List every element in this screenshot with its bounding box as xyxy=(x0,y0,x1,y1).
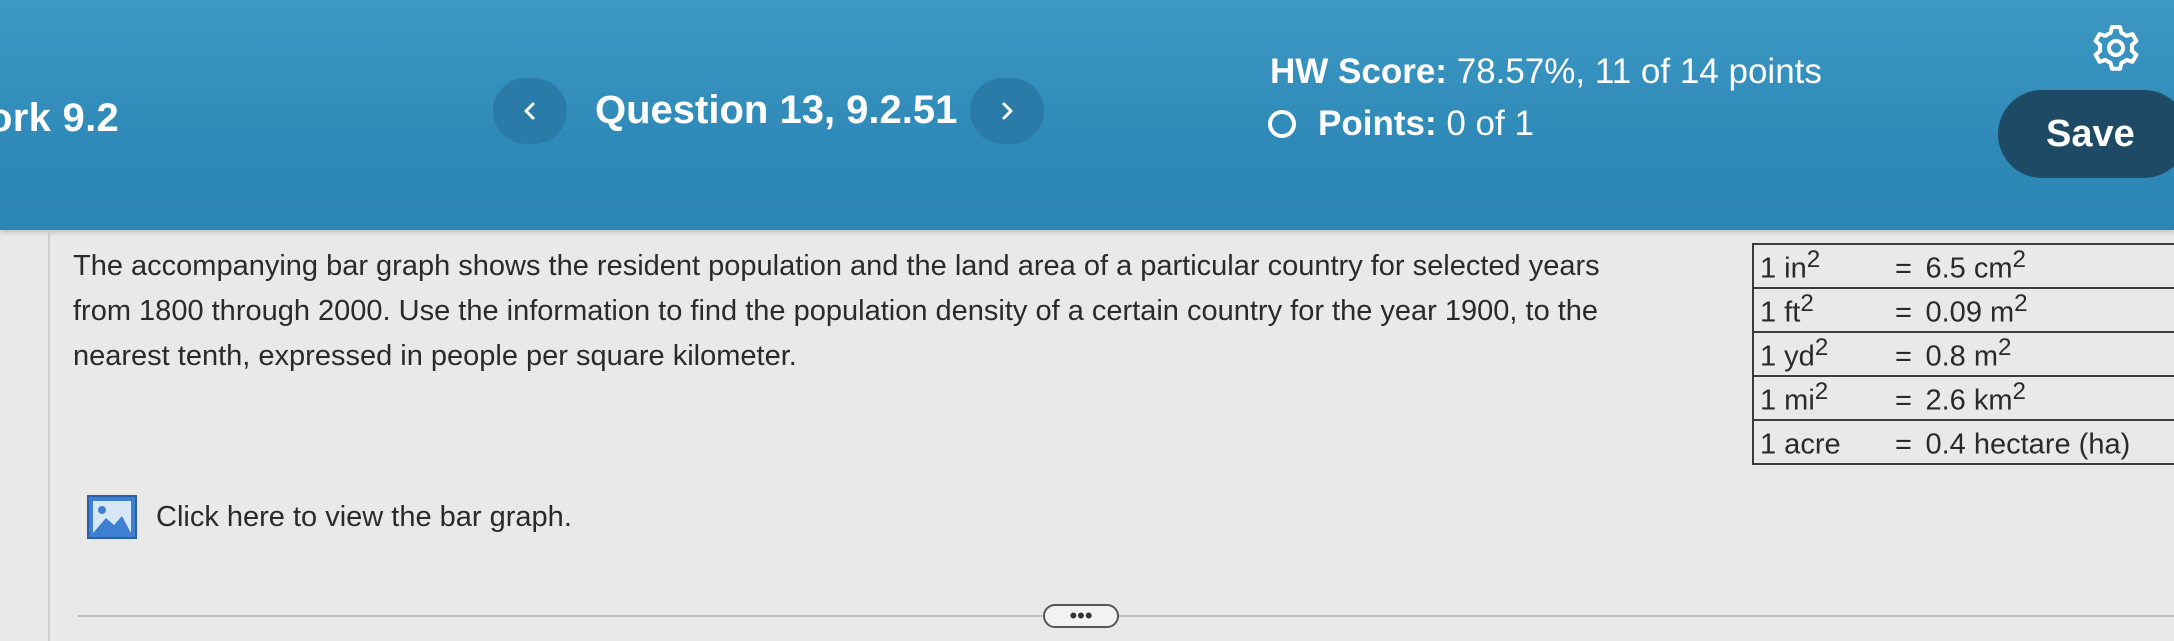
conversion-row: 1 mi2 = 2.6 km2 xyxy=(1752,375,2174,421)
conversion-from-exponent: 2 xyxy=(1814,334,1829,362)
conversion-to-base: 0.4 hectare (ha) xyxy=(1925,428,2131,461)
hw-score: HW Score: 78.57%, 11 of 14 points xyxy=(1270,52,1822,92)
conversion-to-base: 2.6 km xyxy=(1925,384,2013,417)
conversion-row: 1 acre = 0.4 hectare (ha) xyxy=(1752,419,2174,465)
conversion-from-exponent: 2 xyxy=(1814,378,1829,406)
conversion-to: = 2.6 km2 xyxy=(1881,375,2174,421)
conversion-from: 1 ft2 xyxy=(1752,287,1882,333)
conversion-row: 1 ft2 = 0.09 m2 xyxy=(1752,287,2174,333)
view-bar-graph-label: Click here to view the bar graph. xyxy=(156,500,572,533)
conversion-row: 1 in2 = 6.5 cm2 xyxy=(1752,243,2174,289)
points-label: Points: xyxy=(1318,104,1437,143)
conversion-to-exponent: 2 xyxy=(1998,334,2012,362)
equals-sign: = xyxy=(1895,296,1912,329)
conversion-from-base: 1 acre xyxy=(1760,428,1841,461)
assignment-header: ork 9.2 Question 13, 9.2.51 HW Score: 78… xyxy=(0,0,2174,230)
more-options-button[interactable]: ••• xyxy=(1043,604,1119,628)
conversion-from: 1 in2 xyxy=(1752,243,1882,289)
conversion-to-base: 6.5 cm xyxy=(1925,252,2013,285)
hw-score-label: HW Score: xyxy=(1270,52,1447,91)
status-circle-icon xyxy=(1268,110,1296,138)
question-text: The accompanying bar graph shows the res… xyxy=(73,250,1600,372)
chevron-right-icon xyxy=(1002,102,1013,120)
equals-sign: = xyxy=(1895,340,1912,373)
chevron-left-icon xyxy=(524,102,535,120)
conversion-from: 1 yd2 xyxy=(1752,331,1882,377)
conversion-to: = 0.8 m2 xyxy=(1881,331,2174,377)
conversion-from-exponent: 2 xyxy=(1800,290,1814,318)
conversion-from-exponent: 2 xyxy=(1806,246,1821,274)
conversion-to-base: 0.09 m xyxy=(1925,296,2015,329)
save-button[interactable]: Save xyxy=(1998,90,2174,178)
conversion-from: 1 mi2 xyxy=(1752,375,1882,421)
question-points: Points: 0 of 1 xyxy=(1268,104,1534,144)
conversion-from-base: 1 ft xyxy=(1760,296,1801,329)
image-icon xyxy=(87,495,137,539)
previous-question-button[interactable] xyxy=(493,78,567,144)
conversion-to-exponent: 2 xyxy=(2012,246,2026,274)
question-title: Question 13, 9.2.51 xyxy=(595,88,958,132)
hw-score-value: 78.57%, 11 of 14 points xyxy=(1456,52,1822,91)
points-value: 0 of 1 xyxy=(1446,104,1534,143)
view-bar-graph-link[interactable]: Click here to view the bar graph. xyxy=(86,494,572,540)
conversion-to: = 0.4 hectare (ha) xyxy=(1881,419,2174,465)
conversion-from-base: 1 yd xyxy=(1760,340,1815,373)
conversion-to: = 0.09 m2 xyxy=(1881,287,2174,333)
conversion-to-base: 0.8 m xyxy=(1925,340,1999,373)
left-divider xyxy=(48,232,50,641)
equals-sign: = xyxy=(1895,252,1912,285)
conversion-from: 1 acre xyxy=(1752,419,1882,465)
bottom-divider xyxy=(78,615,2174,617)
conversion-from-base: 1 mi xyxy=(1760,384,1815,417)
conversion-to: = 6.5 cm2 xyxy=(1881,243,2174,289)
conversion-to-exponent: 2 xyxy=(2014,290,2028,318)
equals-sign: = xyxy=(1895,384,1912,417)
conversion-from-base: 1 in xyxy=(1760,252,1807,285)
equals-sign: = xyxy=(1895,428,1912,461)
conversion-row: 1 yd2 = 0.8 m2 xyxy=(1752,331,2174,377)
conversion-to-exponent: 2 xyxy=(2012,378,2026,406)
assignment-title: ork 9.2 xyxy=(0,96,120,140)
conversion-table: 1 in2 = 6.5 cm2 1 ft2 = 0.09 m2 1 yd2 = 0.8 m2 1 … xyxy=(1752,243,2174,465)
next-question-button[interactable] xyxy=(970,78,1044,144)
gear-icon[interactable] xyxy=(2090,22,2142,74)
